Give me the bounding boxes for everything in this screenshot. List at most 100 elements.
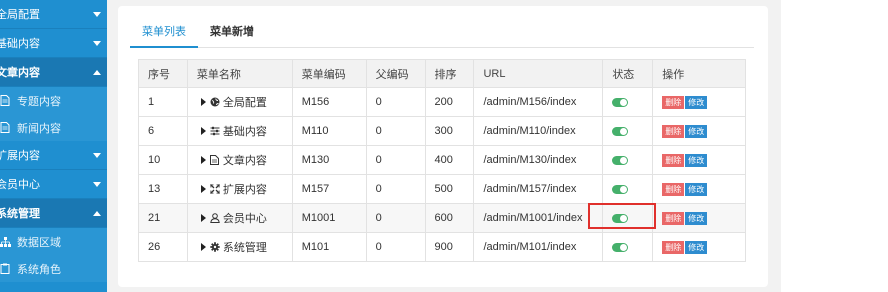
table-row: 13 扩展内容 M157 0 500 /admin/M157/index 删除修… xyxy=(138,174,746,204)
delete-button[interactable]: 删除 xyxy=(662,153,685,167)
globe-icon xyxy=(210,97,220,107)
cell-name: 文章内容 xyxy=(186,145,293,175)
sidebar-item-label: 新闻内容 xyxy=(17,122,61,135)
status-toggle[interactable] xyxy=(612,155,629,165)
table-row: 10 文章内容 M130 0 400 /admin/M130/index 删除修… xyxy=(138,145,746,175)
sidebar-group-label: 基础内容 xyxy=(0,38,40,50)
cell-code: M156 xyxy=(291,87,367,117)
cell-status xyxy=(602,145,654,175)
menu-name: 会员中心 xyxy=(222,213,267,225)
cell-code: M101 xyxy=(291,232,367,262)
status-toggle[interactable] xyxy=(612,184,629,194)
sidebar-group-basic-content[interactable]: 基础内容 xyxy=(0,29,107,58)
cell-actions: 删除 修改 xyxy=(652,87,746,117)
menu-name: 基础内容 xyxy=(222,126,267,138)
cell-parent: 0 xyxy=(365,232,426,262)
sidebar-group-global-config[interactable]: 全局配置 xyxy=(0,0,107,29)
expand-arrow-icon[interactable] xyxy=(200,127,206,135)
cell-order: 400 xyxy=(424,145,475,175)
menu-name: 系统管理 xyxy=(222,242,267,254)
cell-order: 300 xyxy=(424,116,475,146)
delete-button[interactable]: 删除 xyxy=(662,211,685,225)
sliders-icon xyxy=(210,126,220,136)
sidebar-group-extended-content[interactable]: 扩展内容 xyxy=(0,141,107,170)
cell-seq: 10 xyxy=(138,145,188,175)
cell-code: M110 xyxy=(291,116,367,146)
sidebar-group-label: 文章内容 xyxy=(0,67,40,79)
cell-status xyxy=(602,174,654,204)
column-header-name: 菜单名称 xyxy=(186,59,293,88)
sidebar-item-label: 专题内容 xyxy=(17,95,61,108)
gear-icon xyxy=(210,242,220,252)
tab-bar: 菜单列表 菜单新增 xyxy=(130,24,754,48)
status-toggle[interactable] xyxy=(612,242,629,252)
document-icon xyxy=(0,95,11,107)
cell-seq: 13 xyxy=(138,174,188,204)
cell-parent: 0 xyxy=(365,116,426,146)
clipboard-icon xyxy=(0,263,11,275)
cell-name: 扩展内容 xyxy=(186,174,293,204)
cell-status xyxy=(602,116,654,146)
column-header-url: URL xyxy=(473,59,604,88)
sidebar-item-topic-content[interactable]: 专题内容 xyxy=(0,87,107,114)
cell-parent: 0 xyxy=(365,174,426,204)
cell-code: M157 xyxy=(291,174,367,204)
cell-seq: 1 xyxy=(138,87,188,117)
cell-seq: 21 xyxy=(138,203,188,233)
delete-button[interactable]: 删除 xyxy=(662,240,685,254)
cell-order: 600 xyxy=(424,203,475,233)
sidebar-item-label: 数据区域 xyxy=(17,236,61,249)
expand-arrow-icon[interactable] xyxy=(200,243,206,251)
sidebar-group-article-content[interactable]: 文章内容 xyxy=(0,58,107,87)
expand-arrow-icon[interactable] xyxy=(200,214,206,222)
cell-name: 系统管理 xyxy=(186,232,293,262)
cell-parent: 0 xyxy=(365,87,426,117)
column-header-seq: 序号 xyxy=(138,59,188,88)
tab-menu-add[interactable]: 菜单新增 xyxy=(198,24,266,48)
menu-name: 扩展内容 xyxy=(222,184,267,196)
cell-actions: 删除 修改 xyxy=(652,116,746,146)
column-header-parent: 父编码 xyxy=(365,59,426,88)
sidebar-group-label: 扩展内容 xyxy=(0,150,40,162)
chevron-up-icon xyxy=(93,210,101,216)
sidebar-item-data-region[interactable]: 数据区域 xyxy=(0,228,107,255)
sidebar-item-news-content[interactable]: 新闻内容 xyxy=(0,114,107,141)
chevron-down-icon xyxy=(93,40,101,46)
edit-button[interactable]: 修改 xyxy=(685,211,708,225)
edit-button[interactable]: 修改 xyxy=(685,153,708,167)
sidebar-group-label: 系统管理 xyxy=(0,208,40,220)
cell-actions: 删除 修改 xyxy=(652,174,746,204)
cell-seq: 26 xyxy=(138,232,188,262)
status-toggle[interactable] xyxy=(612,126,629,136)
menu-name: 文章内容 xyxy=(222,155,267,167)
cell-url: /admin/M130/index xyxy=(473,145,604,175)
expand-arrow-icon[interactable] xyxy=(200,185,206,193)
sidebar-group-member-center[interactable]: 会员中心 xyxy=(0,170,107,199)
sidebar-group-system-management[interactable]: 系统管理 xyxy=(0,199,107,228)
edit-button[interactable]: 修改 xyxy=(685,182,708,196)
document-icon xyxy=(210,155,220,165)
expand-arrow-icon[interactable] xyxy=(200,98,206,106)
edit-button[interactable]: 修改 xyxy=(685,95,708,109)
cell-url: /admin/M101/index xyxy=(473,232,604,262)
chevron-down-icon xyxy=(93,11,101,17)
expand-icon xyxy=(209,184,220,194)
sidebar: 全局配置 基础内容 文章内容 专题内容 新闻内容 扩展内容 会员中心 系统管理 xyxy=(0,0,107,292)
edit-button[interactable]: 修改 xyxy=(685,240,708,254)
sidebar-item-system-role[interactable]: 系统角色 xyxy=(0,255,107,282)
expand-arrow-icon[interactable] xyxy=(200,156,206,164)
delete-button[interactable]: 删除 xyxy=(662,182,685,196)
delete-button[interactable]: 删除 xyxy=(662,95,685,109)
column-header-code: 菜单编码 xyxy=(291,59,367,88)
cell-status xyxy=(602,232,654,262)
table-row: 6 基础内容 M110 0 300 /admin/M110/index 删除 修改 xyxy=(138,116,746,146)
document-icon xyxy=(0,122,11,134)
edit-button[interactable]: 修改 xyxy=(685,124,708,138)
tab-menu-list[interactable]: 菜单列表 xyxy=(130,24,198,48)
menu-name: 全局配置 xyxy=(222,97,267,109)
status-toggle[interactable] xyxy=(612,97,629,107)
delete-button[interactable]: 删除 xyxy=(662,124,685,138)
table-header-row: 序号 菜单名称 菜单编码 父编码 排序 URL 状态 操作 xyxy=(138,59,746,88)
menu-table: 序号 菜单名称 菜单编码 父编码 排序 URL 状态 操作 1 全局配置 M15… xyxy=(138,59,746,262)
cell-order: 200 xyxy=(424,87,475,117)
